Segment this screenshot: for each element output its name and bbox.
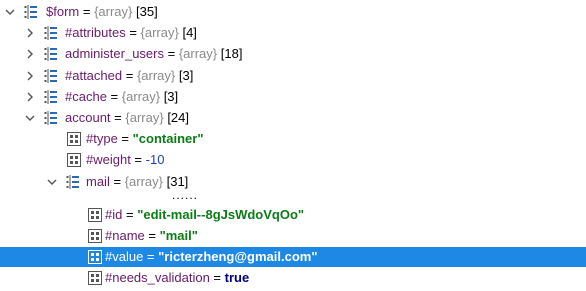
string-value: "edit-mail--8gJsWdoVqOo" bbox=[137, 207, 305, 222]
array-icon bbox=[44, 26, 58, 40]
var-name: $form bbox=[46, 4, 80, 19]
tree-row-attributes[interactable]: #attributes = {array} [4] bbox=[0, 23, 586, 43]
tree-row-value-selected[interactable]: #value = "ricterzheng@gmail.com" bbox=[0, 247, 586, 267]
chevron-down-icon[interactable] bbox=[24, 108, 36, 128]
array-icon bbox=[44, 47, 58, 61]
var-eq: = bbox=[106, 89, 122, 104]
var-name: #attributes bbox=[65, 25, 126, 40]
var-name: #value bbox=[105, 249, 144, 264]
var-eq: = bbox=[109, 174, 125, 189]
var-count: [31] bbox=[166, 174, 189, 189]
array-icon bbox=[24, 5, 38, 19]
var-eq: = bbox=[130, 152, 146, 167]
var-type: {array} bbox=[136, 68, 176, 83]
var-type: {array} bbox=[125, 110, 164, 125]
var-eq: = bbox=[143, 249, 159, 264]
var-count: [3] bbox=[178, 68, 194, 83]
var-count: [4] bbox=[182, 25, 197, 40]
var-eq: = bbox=[122, 68, 137, 83]
primitive-value-icon bbox=[67, 132, 81, 146]
number-value: -10 bbox=[145, 152, 165, 167]
var-eq: = bbox=[110, 110, 126, 125]
omitted-rows-ellipsis: ...... bbox=[172, 188, 199, 202]
var-eq: = bbox=[164, 46, 179, 61]
var-name: administer_users bbox=[65, 46, 164, 61]
chevron-right-icon[interactable] bbox=[24, 23, 36, 43]
tree-row-id[interactable]: #id = "edit-mail--8gJsWdoVqOo" bbox=[0, 205, 586, 225]
var-count: [35] bbox=[136, 4, 158, 19]
chevron-down-icon[interactable] bbox=[46, 172, 58, 192]
tree-row-weight[interactable]: #weight = -10 bbox=[0, 150, 586, 170]
var-name: #name bbox=[105, 228, 145, 243]
primitive-value-icon bbox=[88, 229, 102, 243]
var-name: account bbox=[65, 110, 111, 125]
var-name: #weight bbox=[86, 152, 131, 167]
string-value: "container" bbox=[132, 131, 204, 146]
var-eq: = bbox=[125, 25, 141, 40]
tree-row-name[interactable]: #name = "mail" bbox=[0, 226, 586, 246]
tree-row-cache[interactable]: #cache = {array} [3] bbox=[0, 87, 586, 107]
var-count: [24] bbox=[167, 110, 189, 125]
var-name: #id bbox=[105, 207, 123, 222]
array-icon bbox=[66, 175, 80, 189]
var-type: {array} bbox=[140, 25, 179, 40]
array-icon bbox=[44, 111, 58, 125]
var-eq: = bbox=[117, 131, 133, 146]
primitive-value-icon bbox=[88, 208, 102, 222]
tree-row-needs-validation[interactable]: #needs_validation = true bbox=[0, 268, 586, 288]
var-type: {array} bbox=[121, 89, 161, 104]
var-eq: = bbox=[122, 207, 138, 222]
tree-row-type[interactable]: #type = "container" bbox=[0, 129, 586, 149]
chevron-right-icon[interactable] bbox=[24, 66, 36, 86]
array-icon bbox=[44, 90, 58, 104]
tree-row-account[interactable]: account = {array} [24] bbox=[0, 108, 586, 128]
primitive-value-icon bbox=[88, 271, 102, 285]
chevron-down-icon[interactable] bbox=[4, 2, 16, 22]
tree-row-form[interactable]: $form = {array} [35] bbox=[0, 2, 586, 22]
var-count: [3] bbox=[163, 89, 179, 104]
primitive-value-icon bbox=[67, 153, 81, 167]
var-eq: = bbox=[144, 228, 160, 243]
var-name: #type bbox=[86, 131, 118, 146]
var-type: {array} bbox=[124, 174, 163, 189]
var-type: {array} bbox=[178, 46, 218, 61]
chevron-right-icon[interactable] bbox=[24, 44, 36, 64]
var-name: #attached bbox=[65, 68, 123, 83]
array-icon bbox=[44, 69, 58, 83]
string-value: "mail" bbox=[159, 228, 198, 243]
var-count: [18] bbox=[220, 46, 243, 61]
var-eq: = bbox=[79, 4, 95, 19]
var-name: #cache bbox=[65, 89, 107, 104]
tree-row-mail[interactable]: mail = {array} [31] bbox=[0, 172, 586, 192]
var-name: mail bbox=[86, 174, 110, 189]
tree-row-administer-users[interactable]: administer_users = {array} [18] bbox=[0, 44, 586, 64]
tree-row-attached[interactable]: #attached = {array} [3] bbox=[0, 66, 586, 86]
chevron-right-icon[interactable] bbox=[24, 87, 36, 107]
primitive-value-icon bbox=[88, 250, 102, 264]
var-type: {array} bbox=[94, 4, 133, 19]
string-value: "ricterzheng@gmail.com" bbox=[158, 249, 318, 264]
